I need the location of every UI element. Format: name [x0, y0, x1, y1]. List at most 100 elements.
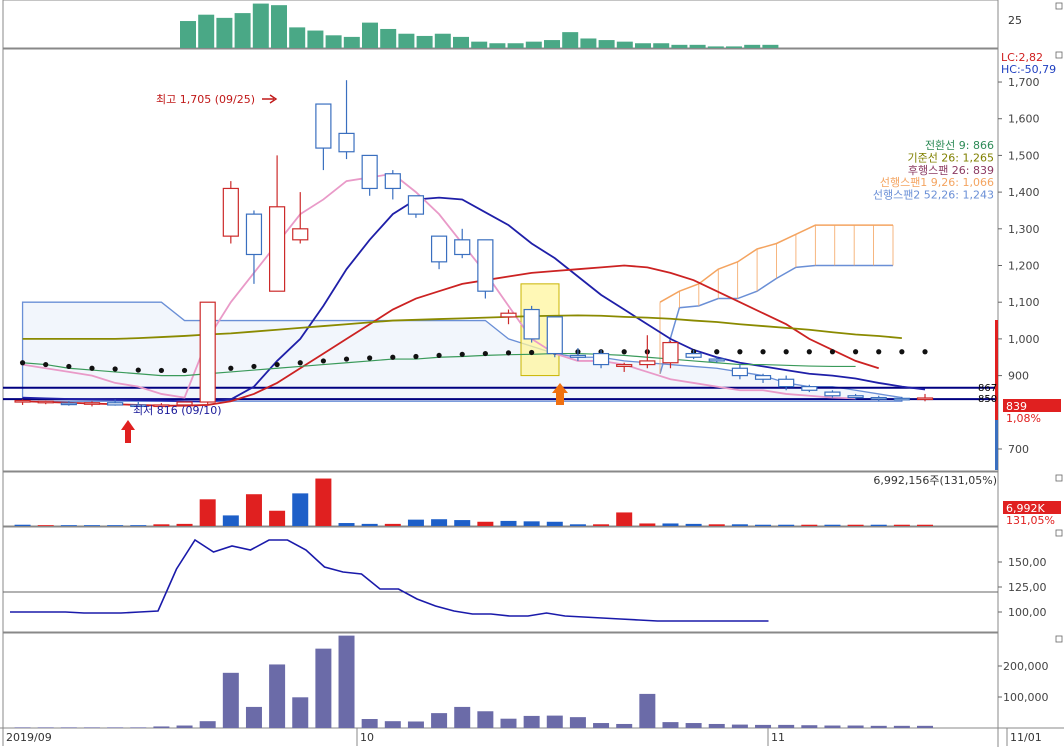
volume-bar: [130, 525, 147, 526]
ichimoku-dot: [737, 349, 743, 355]
obv-bar: [222, 672, 239, 728]
obv-bar: [14, 727, 31, 728]
ichimoku-dot: [714, 349, 720, 355]
panel-close-icon: [1055, 474, 1063, 482]
obv-bar: [361, 719, 378, 728]
price-tick-label: 1,200: [1008, 260, 1040, 273]
hc-label: HC:-50,79: [1001, 63, 1056, 76]
ichimoku-dot: [135, 367, 141, 373]
level-867-label: 867: [978, 383, 997, 394]
candle-body: [384, 173, 401, 190]
volume-bar: [755, 524, 772, 526]
candle-body: [500, 312, 517, 318]
volume-bar: [616, 512, 633, 526]
obv-bar: [176, 725, 193, 728]
indicator-tick-label: 150,00: [1008, 556, 1047, 569]
obv-bar: [292, 697, 309, 728]
volume-bar: [407, 519, 424, 526]
obv-bar: [778, 724, 795, 728]
legend-entry: 선행스팬1 9,26: 1,066: [880, 176, 994, 189]
volume-bar: [60, 525, 77, 526]
top-volume-bar: [544, 40, 560, 48]
volume-bar: [917, 524, 934, 526]
x-tick-label: 2019/09: [6, 731, 52, 744]
volume-bar: [477, 521, 494, 526]
candle-body: [546, 316, 563, 355]
price-tick-label: 1,300: [1008, 223, 1040, 236]
candle-body: [523, 308, 540, 340]
volume-panel: [2, 471, 999, 527]
top-volume-bar: [744, 44, 761, 48]
candle-body: [824, 391, 841, 397]
obv-bar: [731, 724, 748, 728]
volume-bar: [662, 523, 679, 526]
volume-bar: [523, 521, 540, 526]
obv-bar: [593, 723, 610, 728]
ichimoku-dot: [19, 360, 26, 366]
obv-bar: [384, 721, 401, 728]
top-volume-bar: [234, 13, 251, 49]
obv-bar: [245, 706, 262, 728]
top-volume-bar: [252, 3, 269, 48]
top-volume-bar: [598, 40, 615, 48]
obv-bar: [130, 727, 147, 728]
obv-bar: [454, 706, 471, 728]
top-volume-bar: [289, 27, 306, 48]
range-bar-red: [995, 320, 998, 420]
volume-bar: [893, 524, 910, 526]
ichimoku-dot: [228, 365, 234, 371]
price-tick-label: 900: [1008, 370, 1029, 383]
obv-tick-label: 100,000: [1003, 691, 1049, 704]
legend-entry: 선행스팬2 52,26: 1,243: [873, 189, 994, 202]
obv-bar: [546, 715, 563, 728]
ichimoku-dot: [43, 361, 49, 368]
volume-bar: [731, 524, 748, 526]
top-volume-bar: [689, 44, 706, 48]
candle-body: [361, 154, 378, 190]
obv-bar: [847, 725, 864, 728]
volume-bar: [639, 523, 656, 526]
top-volume-bar: [416, 35, 433, 48]
volume-bar: [176, 523, 193, 526]
obv-bar: [569, 717, 586, 728]
obv-bar: [60, 727, 77, 728]
obv-panel: [2, 632, 999, 729]
price-tick-label: 1,000: [1008, 333, 1040, 346]
panel-close-icon: [1055, 51, 1063, 59]
candle-body: [616, 363, 633, 368]
volume-bar: [107, 525, 124, 526]
ichimoku-dot: [390, 354, 396, 360]
candle-body: [801, 386, 818, 391]
range-bar-blue: [995, 420, 998, 470]
ichimoku-dot: [760, 349, 766, 355]
candle-body: [778, 378, 795, 388]
volume-bar: [269, 510, 286, 526]
high-annotation: 최고 1,705 (09/25): [156, 93, 255, 106]
ichimoku-dot: [66, 363, 72, 370]
ichimoku-dot: [251, 363, 257, 370]
candle-body: [292, 228, 309, 241]
volume-bar: [546, 521, 563, 526]
top-volume-bar: [489, 43, 506, 48]
obv-bar: [708, 723, 725, 728]
obv-bar: [893, 725, 910, 728]
volume-bar: [384, 523, 401, 526]
candle-body: [14, 399, 31, 403]
obv-bar: [199, 721, 216, 728]
price-tick-label: 1,700: [1008, 76, 1040, 89]
top-volume-bar: [198, 14, 215, 48]
level-850-label: 850: [978, 394, 997, 405]
chart-svg[interactable]: 25 1,700 1,600 1,500 1,400 1,300 1,200 1,100 1,0…: [0, 0, 1064, 747]
volume-pct-label: 131,05%: [1006, 514, 1055, 527]
x-tick-label: 10: [360, 731, 374, 744]
price-tick-label: 700: [1008, 443, 1029, 456]
volume-bar: [292, 493, 309, 526]
top-volume-bar: [507, 43, 524, 48]
volume-bar: [708, 524, 725, 526]
volume-bar: [14, 524, 31, 526]
ichimoku-dot: [436, 352, 442, 359]
candle-body: [315, 103, 332, 149]
candle-body: [199, 301, 216, 403]
volume-bar: [361, 523, 378, 526]
candle-body: [83, 402, 101, 405]
